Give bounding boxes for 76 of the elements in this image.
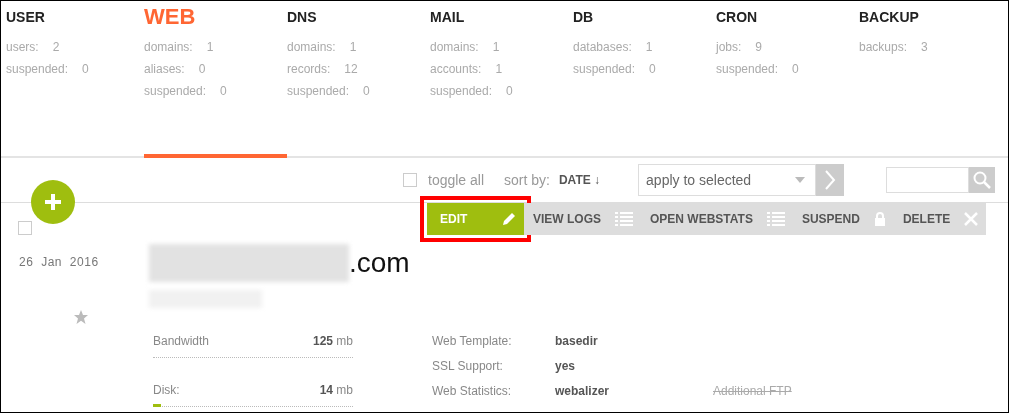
usage-label: Disk: xyxy=(153,383,180,397)
search-field[interactable] xyxy=(886,167,970,193)
usage-value: 14 mb xyxy=(319,383,353,397)
domain-name: .com xyxy=(349,247,410,279)
stat-label: suspended: xyxy=(430,84,493,98)
stat-label: suspended: xyxy=(573,62,636,76)
stat-value: 1 xyxy=(206,40,214,54)
stat-value: 12 xyxy=(344,62,358,76)
stat-value: 1 xyxy=(495,62,503,76)
stats-tab[interactable]: DNS domains: 1 records: 12 suspended: 0 xyxy=(287,1,430,158)
date: 26 Jan 2016 xyxy=(19,255,99,269)
sort-label: sort by: xyxy=(504,172,550,188)
stat-value: 1 xyxy=(492,40,500,54)
stats-tab[interactable]: MAIL domains: 1 accounts: 1 suspended: 0 xyxy=(430,1,573,158)
stats-tab[interactable]: BACKUP backups: 3 xyxy=(859,1,1002,158)
detail-value: webalizer xyxy=(555,383,611,398)
stat-label: records: xyxy=(287,62,331,76)
stat-label: suspended: xyxy=(144,84,207,98)
stat-value: 0 xyxy=(649,62,656,76)
lock-icon xyxy=(873,212,886,226)
detail-value: yes xyxy=(555,358,577,373)
stat-label: domains: xyxy=(430,40,479,54)
tab-title: USER xyxy=(6,8,46,27)
detail-label: Web Template: xyxy=(432,333,513,348)
tab-title: WEB xyxy=(144,8,197,31)
tab-title: BACKUP xyxy=(859,8,920,27)
stat-value: 1 xyxy=(645,40,653,54)
tab-title: DB xyxy=(573,8,595,27)
close-icon xyxy=(964,212,979,226)
plus-icon xyxy=(44,193,62,211)
stat-label: databases: xyxy=(573,40,632,54)
stat-value: 0 xyxy=(82,62,89,76)
stat-value: 1 xyxy=(349,40,357,54)
stat-value: 9 xyxy=(755,40,763,54)
stat-label: accounts: xyxy=(430,62,482,76)
add-button[interactable] xyxy=(31,180,75,224)
sort-link[interactable]: DATE ↓ xyxy=(558,173,601,187)
search-icon xyxy=(973,171,992,189)
pencil-icon xyxy=(502,212,516,226)
list-icon xyxy=(615,212,633,226)
checkbox[interactable] xyxy=(403,173,417,187)
stats-tab[interactable]: CRON jobs: 9 suspended: 0 xyxy=(716,1,859,158)
stats-tab[interactable]: DB databases: 1 suspended: 0 xyxy=(573,1,716,158)
bulk-action-select[interactable]: apply to selected xyxy=(638,164,817,196)
stat-value: 3 xyxy=(921,40,928,54)
stat-label: suspended: xyxy=(6,62,69,76)
star-icon[interactable] xyxy=(73,309,89,325)
stat-label: suspended: xyxy=(716,62,779,76)
detail-label: SSL Support: xyxy=(432,358,504,373)
list-icon xyxy=(766,212,785,226)
stat-value: 0 xyxy=(792,62,799,76)
detail-value: basedir xyxy=(555,333,599,348)
stat-value: 0 xyxy=(220,84,227,98)
stat-label: suspended: xyxy=(287,84,350,98)
stat-label: backups: xyxy=(859,40,908,54)
stat-value: 0 xyxy=(198,62,206,76)
detail-label: Web Statistics: xyxy=(432,383,513,398)
tab-title: DNS xyxy=(287,8,318,27)
stat-label: jobs: xyxy=(716,40,742,54)
checkbox[interactable] xyxy=(18,221,32,235)
additional-ftp-label: Additional FTP xyxy=(713,383,792,398)
stat-label: domains: xyxy=(144,40,193,54)
stat-label: users: xyxy=(6,40,39,54)
tab-title: CRON xyxy=(716,8,759,27)
usage-label: Bandwidth xyxy=(153,334,210,348)
stat-value: 0 xyxy=(363,84,370,98)
caret-icon xyxy=(795,177,806,183)
stat-label: domains: xyxy=(287,40,336,54)
search-button[interactable] xyxy=(969,167,996,193)
tab-title: MAIL xyxy=(430,8,466,27)
apply-button[interactable] xyxy=(816,164,845,196)
usage-value: 125 mb xyxy=(312,334,353,348)
stat-label: aliases: xyxy=(144,62,185,76)
chevron-icon xyxy=(824,170,837,190)
stat-value: 2 xyxy=(52,40,60,54)
stat-value: 0 xyxy=(506,84,513,98)
